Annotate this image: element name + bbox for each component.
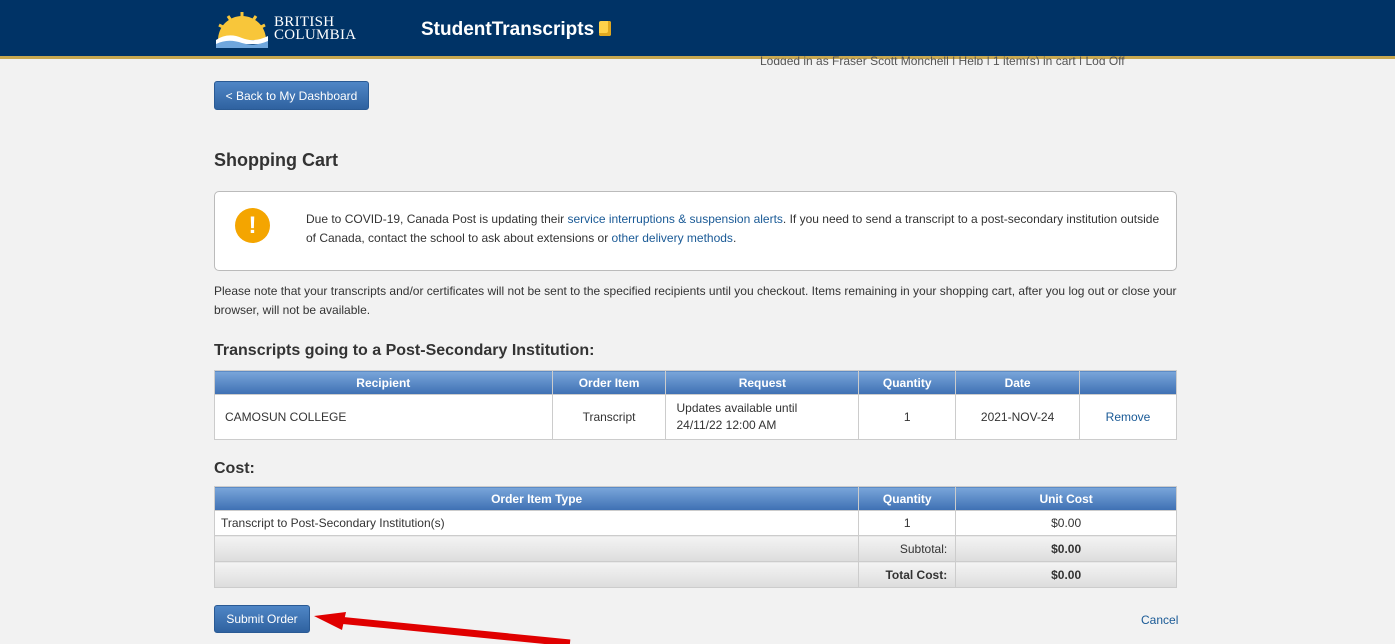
covid-alert: ! Due to COVID-19, Canada Post is updati… xyxy=(214,191,1177,271)
alert-message: Due to COVID-19, Canada Post is updating… xyxy=(306,212,1160,245)
col-request: Request xyxy=(665,370,860,395)
table-row: Transcript to Post-Secondary Institution… xyxy=(213,510,1177,536)
service-alerts-link[interactable]: service interruptions & suspension alert… xyxy=(567,212,782,226)
bc-sun-icon xyxy=(216,12,268,48)
col-order-item-type: Order Item Type xyxy=(213,486,860,511)
cart-note: Please note that your transcripts and/or… xyxy=(214,284,1177,317)
back-to-dashboard-button[interactable]: < Back to My Dashboard xyxy=(214,81,369,110)
logo-line-2: COLUMBIA xyxy=(274,27,357,43)
subtotal-row: Subtotal: $0.00 xyxy=(213,535,1177,562)
cost-table: Order Item Type Quantity Unit Cost Trans… xyxy=(213,486,1177,588)
app-title: StudentTranscripts xyxy=(421,19,612,41)
col-action xyxy=(1079,370,1177,395)
cell-order-item: Transcript xyxy=(551,394,667,440)
cancel-link[interactable]: Cancel xyxy=(1141,613,1178,627)
document-icon xyxy=(599,21,612,36)
table-row: CAMOSUN COLLEGE Transcript Updates avail… xyxy=(214,394,1177,440)
red-arrow-annotation xyxy=(314,612,571,644)
transcripts-section-title: Transcripts going to a Post-Secondary In… xyxy=(214,342,595,359)
app-title-text: StudentTranscripts xyxy=(421,19,595,40)
cell-action: Remove xyxy=(1079,394,1177,440)
page-title: Shopping Cart xyxy=(214,150,338,170)
cell-quantity: 1 xyxy=(858,394,957,440)
bc-logo-text: BRITISH COLUMBIA xyxy=(274,15,357,43)
col-cost-quantity: Quantity xyxy=(858,486,957,511)
col-date: Date xyxy=(955,370,1081,395)
total-row: Total Cost: $0.00 xyxy=(213,561,1177,588)
cell-order-item-type: Transcript to Post-Secondary Institution… xyxy=(213,510,860,536)
total-value: $0.00 xyxy=(955,561,1177,588)
other-delivery-methods-link[interactable]: other delivery methods xyxy=(612,231,733,245)
cell-request: Updates available until 24/11/22 12:00 A… xyxy=(665,394,860,440)
warning-icon: ! xyxy=(235,208,270,243)
user-nav[interactable]: Logged in as Fraser Scott Monchell | Hel… xyxy=(760,55,1180,65)
cell-date: 2021-NOV-24 xyxy=(955,394,1081,440)
cell-unit-cost: $0.00 xyxy=(955,510,1177,536)
user-nav-text[interactable]: Logged in as Fraser Scott Monchell | Hel… xyxy=(760,55,1125,65)
remove-link[interactable]: Remove xyxy=(1106,410,1151,424)
col-unit-cost: Unit Cost xyxy=(955,486,1177,511)
cost-section-title: Cost: xyxy=(214,460,255,477)
cell-recipient: CAMOSUN COLLEGE xyxy=(214,394,553,440)
transcripts-table: Recipient Order Item Request Quantity Da… xyxy=(214,370,1177,440)
subtotal-value: $0.00 xyxy=(955,535,1177,562)
cell-cost-quantity: 1 xyxy=(858,510,957,536)
col-recipient: Recipient xyxy=(214,370,553,395)
col-quantity: Quantity xyxy=(858,370,957,395)
subtotal-label: Subtotal: xyxy=(858,535,957,562)
bc-logo[interactable]: BRITISH COLUMBIA xyxy=(214,10,356,50)
submit-order-button[interactable]: Submit Order xyxy=(214,605,310,633)
col-order-item: Order Item xyxy=(551,370,667,395)
total-label: Total Cost: xyxy=(858,561,957,588)
top-header: BRITISH COLUMBIA StudentTranscripts xyxy=(0,0,1395,59)
